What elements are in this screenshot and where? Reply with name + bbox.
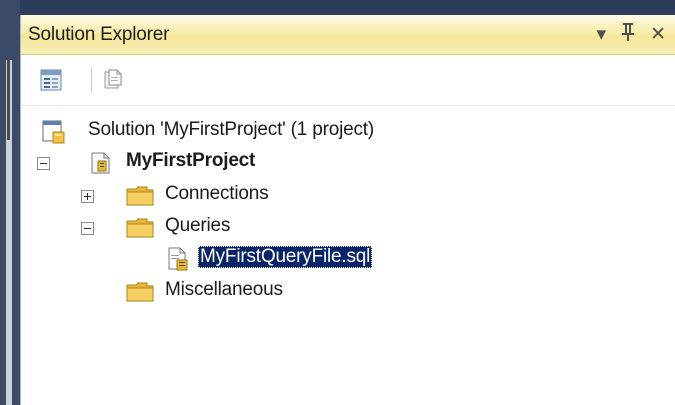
tree-node-project[interactable]: MyFirstProject bbox=[21, 148, 675, 178]
tree-node-solution[interactable]: Solution 'MyFirstProject' (1 project) bbox=[21, 116, 675, 146]
properties-icon[interactable] bbox=[39, 68, 63, 92]
show-all-files-icon[interactable] bbox=[101, 68, 125, 92]
queries-label: Queries bbox=[165, 215, 231, 236]
close-icon[interactable]: ✕ bbox=[650, 24, 666, 46]
app-window: Solution Explorer ▾ ✕ Solution 'MyFirstP… bbox=[0, 0, 675, 405]
folder-icon bbox=[125, 216, 154, 240]
title-controls: ▾ ✕ bbox=[597, 22, 666, 48]
query-file-label: MyFirstQueryFile.sql bbox=[198, 246, 373, 268]
folder-icon bbox=[125, 184, 154, 208]
collapse-toggle-project[interactable] bbox=[37, 157, 50, 170]
solution-explorer-panel: Solution Explorer ▾ ✕ Solution 'MyFirstP… bbox=[20, 15, 675, 405]
connections-label: Connections bbox=[165, 183, 269, 204]
sql-file-icon bbox=[166, 246, 192, 271]
folder-icon bbox=[125, 280, 154, 304]
tree-node-queries[interactable]: Queries bbox=[21, 212, 675, 242]
solution-label: Solution 'MyFirstProject' (1 project) bbox=[88, 119, 374, 140]
dropdown-arrow-icon[interactable]: ▾ bbox=[597, 24, 607, 46]
project-icon bbox=[89, 150, 115, 174]
panel-title-bar[interactable]: Solution Explorer ▾ ✕ bbox=[21, 15, 675, 55]
miscellaneous-label: Miscellaneous bbox=[165, 279, 283, 300]
toolbar-separator bbox=[91, 67, 92, 93]
pin-icon[interactable] bbox=[620, 22, 636, 48]
collapse-toggle-queries[interactable] bbox=[81, 222, 94, 235]
panel-title: Solution Explorer bbox=[28, 24, 170, 45]
left-scroll-strip bbox=[6, 60, 12, 405]
tree-node-miscellaneous[interactable]: Miscellaneous bbox=[21, 276, 675, 306]
left-strip-marker bbox=[7, 60, 10, 140]
expand-toggle-connections[interactable] bbox=[81, 190, 94, 203]
project-label: MyFirstProject bbox=[126, 150, 256, 171]
panel-toolbar bbox=[21, 55, 675, 106]
tree-node-connections[interactable]: Connections bbox=[21, 180, 675, 210]
tree-node-query-file[interactable]: MyFirstQueryFile.sql bbox=[21, 244, 675, 274]
solution-icon bbox=[41, 119, 67, 144]
left-dock-edge bbox=[0, 0, 20, 405]
